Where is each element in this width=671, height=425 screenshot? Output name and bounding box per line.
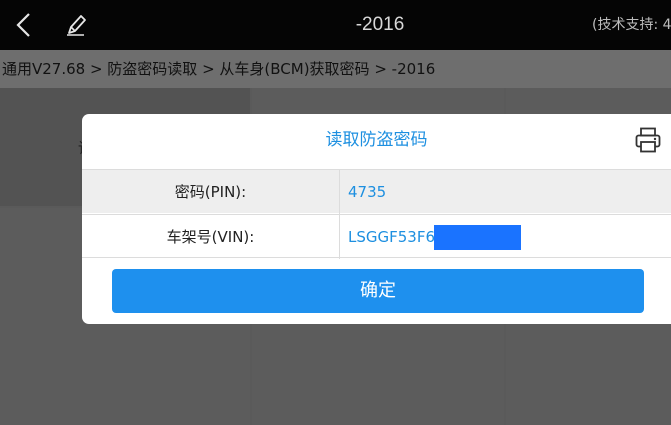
dialog-title: 读取防盗密码 bbox=[325, 130, 428, 150]
back-button[interactable] bbox=[6, 4, 42, 46]
pencil-icon bbox=[67, 15, 86, 36]
pin-value: 4735 bbox=[348, 183, 387, 201]
back-chevron-icon bbox=[16, 13, 30, 37]
printer-icon bbox=[635, 127, 661, 153]
pin-label: 密码(PIN): bbox=[82, 170, 340, 214]
vin-row: 车架号(VIN): LSGGF53F6 bbox=[82, 214, 671, 259]
window-title: -2016 bbox=[355, 14, 405, 35]
support-text: (技术支持: 4 bbox=[592, 17, 671, 33]
vin-value: LSGGF53F6 bbox=[348, 228, 436, 246]
print-button[interactable] bbox=[634, 126, 662, 154]
confirm-button[interactable]: 确定 bbox=[112, 269, 644, 313]
vin-label: 车架号(VIN): bbox=[82, 215, 340, 259]
pin-row: 密码(PIN): 4735 bbox=[82, 169, 671, 214]
breadcrumb: 通用V27.68 > 防盗密码读取 > 从车身(BCM)获取密码 > -2016 bbox=[0, 50, 671, 88]
top-bar: -2016 (技术支持: 4 bbox=[0, 0, 671, 50]
read-pin-dialog: 读取防盗密码 密码(PIN): 4735 车架号(VIN): LSGGF53F6… bbox=[82, 114, 671, 324]
edit-button[interactable] bbox=[58, 4, 94, 46]
vin-redaction bbox=[434, 225, 521, 250]
